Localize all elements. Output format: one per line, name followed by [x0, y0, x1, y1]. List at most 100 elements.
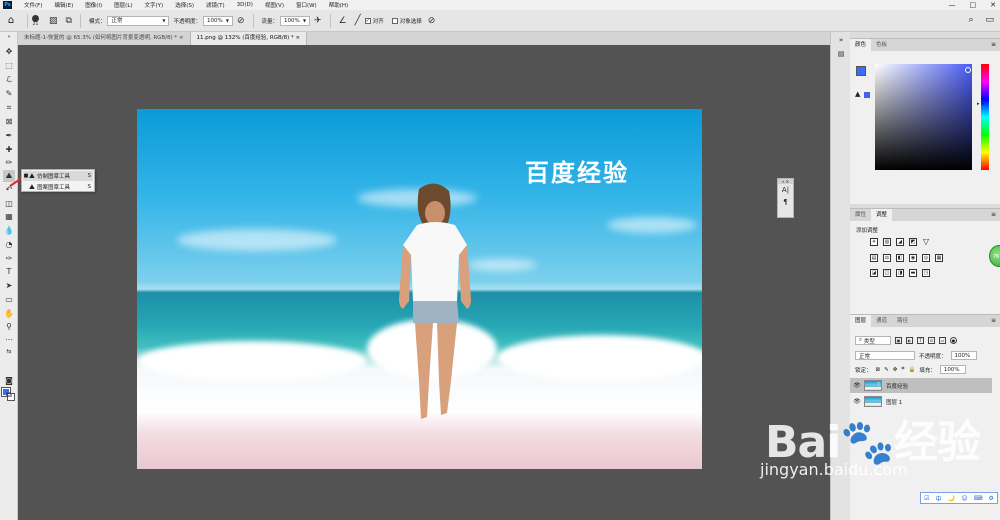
close-window-button[interactable]: ✕ — [990, 0, 996, 10]
blur-tool-icon[interactable]: 💧 — [3, 225, 15, 237]
gamut-color-chip[interactable] — [864, 92, 870, 98]
tab-properties[interactable]: 属性 — [850, 209, 871, 221]
brightness-contrast-icon[interactable]: ☀ — [870, 238, 878, 246]
hue-slider-knob[interactable]: ▸ ◂ — [977, 101, 984, 107]
expand-dock-icon[interactable]: » — [836, 36, 846, 46]
panel-menu-icon[interactable]: ≡ — [991, 209, 1000, 221]
lasso-tool-icon[interactable]: ℒ — [3, 74, 15, 86]
tab-swatches[interactable]: 色板 — [871, 39, 892, 51]
maximize-button[interactable]: □ — [970, 0, 977, 10]
marquee-tool-icon[interactable]: ⬚ — [3, 60, 15, 72]
more-tools-icon[interactable]: ⋯ — [3, 334, 15, 346]
tab-paths[interactable]: 路径 — [892, 315, 913, 327]
frame-tool-icon[interactable]: ⊠ — [3, 116, 15, 128]
dodge-tool-icon[interactable]: ◔ — [3, 239, 15, 251]
panel-menu-icon[interactable]: ≡ — [991, 39, 1000, 51]
lock-artboard-icon[interactable]: ⌗ — [901, 366, 904, 373]
tab-channels[interactable]: 通道 — [871, 315, 892, 327]
eyedropper-tool-icon[interactable]: ✒ — [3, 130, 15, 142]
move-tool-icon[interactable]: ✥ — [3, 46, 15, 58]
menu-view[interactable]: 视图(V) — [259, 1, 290, 9]
aligned-checkbox[interactable]: ✓ — [364, 17, 371, 24]
vibrance-icon[interactable]: ▽ — [922, 238, 930, 246]
ime-emoji-icon[interactable]: ☺ — [961, 495, 967, 502]
posterize-icon[interactable]: ◫ — [883, 269, 891, 277]
character-panel-icon[interactable]: A| — [778, 184, 793, 196]
menu-layer[interactable]: 图层(L) — [108, 1, 138, 9]
layer-fill-input[interactable]: 100% — [939, 365, 966, 374]
brush-stroke-icon[interactable]: ╱ — [355, 15, 361, 26]
panel-menu-icon[interactable]: ≡ — [991, 315, 1000, 327]
airbrush-icon[interactable]: ✈ — [314, 16, 322, 26]
selective-color-icon[interactable]: ◳ — [922, 269, 930, 277]
menu-3d[interactable]: 3D(D) — [231, 2, 259, 8]
clone-stamp-menu-item[interactable]: ■ ⛰ 仿制图章工具 S — [23, 171, 93, 181]
ime-settings-icon[interactable]: ⚙ — [989, 495, 994, 502]
lock-position-icon[interactable]: ✥ — [893, 367, 898, 373]
layer-filter-select[interactable]: ⌕ 类型 — [855, 336, 891, 345]
adjustment-filter-icon[interactable]: ◐ — [906, 337, 913, 344]
close-tab-icon[interactable]: × — [179, 35, 184, 41]
ime-keyboard-icon[interactable]: ⌨ — [974, 495, 983, 502]
toggle-brush-settings-icon[interactable]: ▨ — [49, 16, 58, 26]
ignore-adjustment-icon[interactable]: ⊘ — [428, 16, 436, 26]
history-panel-icon[interactable]: ▤ — [836, 50, 846, 60]
hue-saturation-icon[interactable]: ▤ — [870, 254, 878, 262]
brush-tool-icon[interactable]: ✏ — [3, 157, 15, 169]
brush-preset-picker[interactable]: 21 — [32, 14, 39, 27]
angle-icon[interactable]: ∠ — [339, 16, 347, 26]
rectangle-tool-icon[interactable]: ▭ — [3, 294, 15, 306]
opacity-input[interactable]: 100% ▼ — [202, 15, 233, 26]
eye-icon[interactable]: 👁 — [850, 382, 864, 389]
lock-transparent-icon[interactable]: ⊠ — [876, 367, 881, 373]
photo-filter-icon[interactable]: ◉ — [909, 254, 917, 262]
menu-file[interactable]: 文件(F) — [18, 1, 48, 9]
healing-brush-tool-icon[interactable]: ✚ — [3, 144, 15, 156]
type-filter-icon[interactable]: T — [917, 337, 924, 344]
crop-tool-icon[interactable]: ⌗ — [3, 102, 15, 114]
screen-mode-icon[interactable]: ⧉ — [3, 389, 15, 401]
gamut-warning-icon[interactable]: ▲ — [855, 90, 860, 98]
layer-opacity-input[interactable]: 100% — [950, 351, 977, 360]
pen-tool-icon[interactable]: ✑ — [3, 253, 15, 265]
quick-select-tool-icon[interactable]: ✎ — [3, 88, 15, 100]
filter-toggle-icon[interactable]: ● — [950, 337, 957, 344]
eye-icon[interactable]: 👁 — [850, 398, 864, 405]
workspace-icon[interactable]: ▭ — [985, 15, 994, 25]
tab-layers[interactable]: 图层 — [850, 315, 872, 327]
smart-object-filter-icon[interactable]: ▭ — [939, 337, 946, 344]
quick-mask-icon[interactable]: ◙ — [3, 375, 15, 387]
threshold-icon[interactable]: ◨ — [896, 269, 904, 277]
pressure-opacity-icon[interactable]: ⊘ — [237, 16, 245, 26]
paragraph-panel-icon[interactable]: ¶ — [778, 196, 793, 208]
gradient-map-icon[interactable]: ▬ — [909, 269, 917, 277]
lock-image-icon[interactable]: ✎ — [884, 367, 889, 373]
black-white-icon[interactable]: ◧ — [896, 254, 904, 262]
ime-chinese-mode[interactable]: 中 — [936, 494, 942, 503]
menu-help[interactable]: 帮助(H) — [323, 1, 354, 9]
document-tab-2[interactable]: 11.png @ 132% (百度经验, RGB/8) * × — [190, 32, 308, 45]
mode-select[interactable]: 正常 ▼ — [107, 15, 170, 26]
ime-checkbox-icon[interactable]: ☑ — [924, 495, 929, 502]
eraser-tool-icon[interactable]: ◫ — [3, 198, 15, 210]
document-canvas[interactable]: 百度经验 — [137, 109, 702, 469]
channel-mixer-icon[interactable]: ◎ — [922, 254, 930, 262]
pixel-filter-icon[interactable]: ▣ — [895, 337, 902, 344]
color-balance-icon[interactable]: ⚖ — [883, 254, 891, 262]
type-tool-icon[interactable]: T — [3, 266, 15, 278]
canvas-text-layer[interactable]: 百度经验 — [525, 153, 629, 188]
swap-colors-icon[interactable]: ⇆ — [3, 346, 15, 358]
exposure-icon[interactable]: ◩ — [909, 238, 917, 246]
lock-all-icon[interactable]: 🔒 — [908, 367, 915, 373]
tab-color[interactable]: 颜色 — [850, 39, 872, 51]
menu-select[interactable]: 选择(S) — [169, 1, 200, 9]
layer-row[interactable]: 👁 T 百度经验 — [850, 378, 992, 393]
close-tab-icon[interactable]: × — [295, 35, 300, 41]
minimize-button[interactable]: — — [949, 0, 956, 10]
search-icon[interactable]: ⌕ — [968, 15, 973, 25]
menu-filter[interactable]: 滤镜(T) — [200, 1, 231, 9]
menu-edit[interactable]: 编辑(E) — [48, 1, 79, 9]
hue-slider[interactable] — [981, 64, 989, 170]
blend-mode-select[interactable]: 正常 — [855, 351, 915, 360]
flow-input[interactable]: 100% ▼ — [280, 15, 311, 26]
